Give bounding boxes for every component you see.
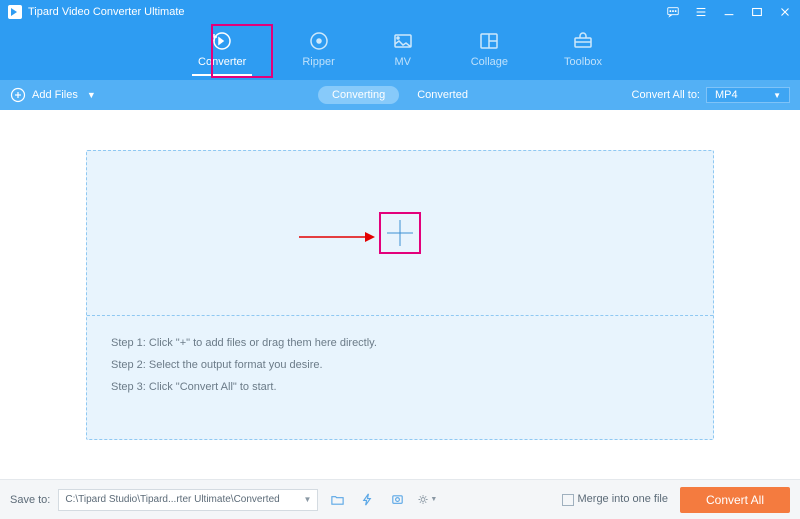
open-folder-icon[interactable] xyxy=(326,489,348,511)
add-files-plus-button[interactable] xyxy=(379,212,421,254)
chevron-down-icon: ▼ xyxy=(430,496,437,503)
maximize-icon[interactable] xyxy=(750,5,764,19)
checkbox-icon xyxy=(562,494,574,506)
output-format-select[interactable]: MP4 ▼ xyxy=(706,87,790,103)
tab-mv[interactable]: MV xyxy=(385,26,421,74)
output-format-value: MP4 xyxy=(715,89,738,101)
chevron-down-icon: ▼ xyxy=(87,90,96,100)
tab-toolbox[interactable]: Toolbox xyxy=(558,26,608,74)
hardware-acceleration-icon[interactable] xyxy=(356,489,378,511)
settings-icon[interactable]: ▼ xyxy=(416,489,438,511)
minimize-icon[interactable] xyxy=(722,5,736,19)
save-to-label: Save to: xyxy=(10,494,50,506)
tab-collage[interactable]: Collage xyxy=(465,26,514,74)
tab-converter[interactable]: Converter xyxy=(192,26,252,74)
tab-converter-label: Converter xyxy=(198,56,246,68)
tab-converted[interactable]: Converted xyxy=(403,86,482,104)
instruction-step-3: Step 3: Click "Convert All" to start. xyxy=(111,376,689,398)
converter-icon xyxy=(198,28,246,54)
save-to-path-input[interactable]: C:\Tipard Studio\Tipard...rter Ultimate\… xyxy=(58,489,318,511)
mv-icon xyxy=(391,28,415,54)
feedback-icon[interactable] xyxy=(666,5,680,19)
tab-toolbox-label: Toolbox xyxy=(564,56,602,68)
convert-all-button[interactable]: Convert All xyxy=(680,487,790,513)
collage-icon xyxy=(471,28,508,54)
chevron-down-icon: ▼ xyxy=(303,495,311,504)
app-title: Tipard Video Converter Ultimate xyxy=(28,6,185,18)
instruction-step-2: Step 2: Select the output format you des… xyxy=(111,354,689,376)
dropzone[interactable]: Step 1: Click "+" to add files or drag t… xyxy=(86,150,714,440)
menu-icon[interactable] xyxy=(694,5,708,19)
chevron-down-icon: ▼ xyxy=(773,91,781,100)
add-files-label: Add Files xyxy=(32,89,78,101)
tab-collage-label: Collage xyxy=(471,56,508,68)
add-files-button[interactable]: Add Files ▼ xyxy=(10,87,96,103)
merge-label: Merge into one file xyxy=(578,493,669,505)
tab-converting[interactable]: Converting xyxy=(318,86,399,104)
plus-icon xyxy=(385,218,415,248)
tab-mv-label: MV xyxy=(394,56,411,68)
ripper-icon xyxy=(302,28,334,54)
tab-ripper[interactable]: Ripper xyxy=(296,26,340,74)
toolbox-icon xyxy=(564,28,602,54)
convert-all-to-label: Convert All to: xyxy=(632,89,700,101)
instruction-step-1: Step 1: Click "+" to add files or drag t… xyxy=(111,332,689,354)
merge-checkbox[interactable]: Merge into one file xyxy=(562,493,669,505)
tab-ripper-label: Ripper xyxy=(302,56,334,68)
close-icon[interactable] xyxy=(778,5,792,19)
plus-circle-icon xyxy=(10,87,26,103)
gpu-icon[interactable] xyxy=(386,489,408,511)
app-logo xyxy=(8,5,22,19)
annotation-arrow xyxy=(299,228,375,246)
save-to-path-value: C:\Tipard Studio\Tipard...rter Ultimate\… xyxy=(65,494,279,505)
